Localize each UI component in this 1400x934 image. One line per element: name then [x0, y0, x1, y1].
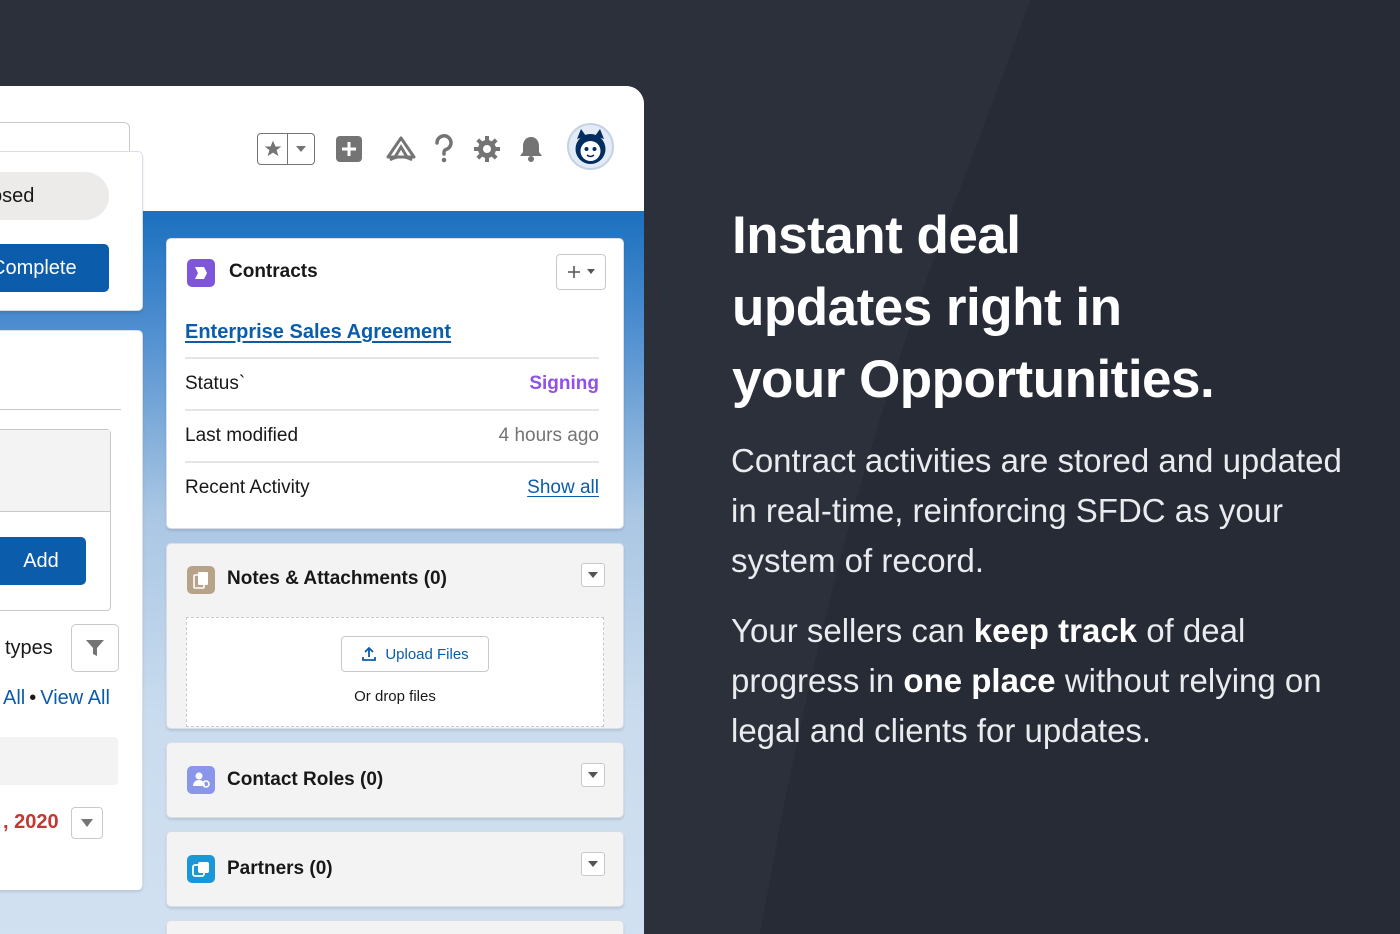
bell-icon[interactable]	[515, 133, 547, 165]
row-label: Recent Activity	[185, 477, 310, 498]
contracts-card: Contracts Enterprise Sales Agreement Sta…	[166, 238, 624, 529]
activity-composer: Add	[0, 429, 111, 611]
last-modified-value: 4 hours ago	[498, 425, 599, 446]
headline-line: Instant deal	[732, 206, 1021, 265]
add-icon	[568, 266, 580, 278]
marketing-paragraph-2: Your sellers can keep track of deal prog…	[731, 606, 1371, 756]
avatar[interactable]	[567, 123, 614, 170]
partners-title: Partners (0)	[227, 858, 333, 879]
gear-icon[interactable]	[471, 133, 503, 165]
contract-icon	[187, 259, 215, 287]
contact-roles-card: Contact Roles (0)	[166, 742, 624, 818]
filter-icon	[86, 640, 104, 656]
notes-icon	[187, 566, 215, 594]
expand-all-link[interactable]: All	[3, 687, 25, 709]
contract-row-last-modified: Last modified 4 hours ago	[185, 409, 599, 461]
notes-title: Notes & Attachments (0)	[227, 568, 447, 589]
link-separator: •	[29, 687, 37, 709]
notes-attachments-card: Notes & Attachments (0) Upload Files Or …	[166, 543, 624, 729]
partners-card: Partners (0)	[166, 831, 624, 907]
status-value: Signing	[529, 373, 599, 394]
para-emphasis: one place	[903, 662, 1056, 699]
help-icon[interactable]	[428, 133, 460, 165]
headline-line: updates right in	[732, 278, 1122, 337]
activity-links: All • View All	[3, 687, 110, 710]
chevron-down-icon[interactable]	[581, 763, 605, 787]
star-icon[interactable]	[258, 134, 288, 164]
filter-button[interactable]	[71, 624, 119, 672]
add-button[interactable]: Add	[0, 537, 86, 585]
activity-section-bar[interactable]	[0, 737, 118, 785]
contact-roles-icon	[187, 766, 215, 794]
composer-input[interactable]	[0, 430, 110, 512]
overdue-date: , 2020	[3, 811, 59, 833]
divider	[0, 409, 121, 410]
para-emphasis: keep track	[973, 612, 1138, 649]
add-icon[interactable]	[333, 133, 365, 165]
contract-record-link[interactable]: Enterprise Sales Agreement	[185, 321, 451, 344]
chevron-down-icon[interactable]	[288, 134, 314, 164]
chevron-down-icon	[587, 269, 595, 274]
para-text: Your sellers can	[731, 612, 974, 649]
related-list-card	[166, 920, 624, 934]
trailhead-icon[interactable]	[385, 133, 417, 165]
contact-roles-title: Contact Roles (0)	[227, 769, 384, 790]
view-all-link[interactable]: View All	[40, 687, 110, 709]
chevron-down-icon[interactable]	[71, 807, 103, 839]
marketing-headline: Instant deal updates right in your Oppor…	[732, 200, 1352, 416]
partners-icon	[187, 855, 215, 883]
activity-card: Add types All • View All , 2020	[0, 330, 143, 890]
drop-files-text: Or drop files	[354, 688, 436, 705]
new-contract-button[interactable]	[556, 254, 606, 290]
favorites-button-group[interactable]	[257, 133, 315, 165]
path-card: osed Complete	[0, 151, 143, 311]
contracts-title: Contracts	[229, 261, 318, 282]
chevron-down-icon[interactable]	[581, 852, 605, 876]
row-label: Status`	[185, 373, 246, 394]
contract-row-recent-activity: Recent Activity Show all	[185, 461, 599, 513]
contract-row-status: Status` Signing	[185, 357, 599, 409]
upload-files-label: Upload Files	[385, 645, 469, 663]
show-all-link[interactable]: Show all	[527, 477, 599, 499]
file-drop-zone[interactable]: Upload Files Or drop files	[186, 617, 604, 727]
row-label: Last modified	[185, 425, 299, 446]
filter-label: types	[5, 637, 53, 659]
upload-files-button[interactable]: Upload Files	[341, 636, 489, 672]
upload-icon	[362, 646, 377, 661]
headline-line: your Opportunities.	[732, 350, 1215, 409]
mark-complete-button[interactable]: Complete	[0, 244, 109, 292]
chevron-down-icon[interactable]	[581, 563, 605, 587]
marketing-paragraph-1: Contract activities are stored and updat…	[731, 442, 1342, 579]
path-stage-closed[interactable]: osed	[0, 172, 109, 220]
